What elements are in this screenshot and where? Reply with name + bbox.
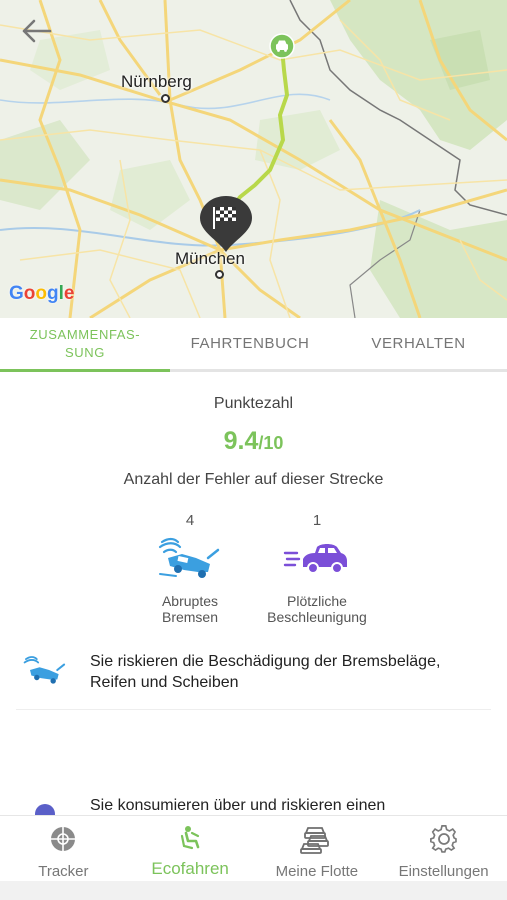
city-dot-muenchen: [215, 270, 224, 279]
nav-fleet[interactable]: Meine Flotte: [254, 816, 381, 881]
nav-fleet-label: Meine Flotte: [275, 863, 359, 880]
start-marker[interactable]: [269, 33, 295, 59]
city-label-muenchen: München: [175, 249, 245, 268]
tab-logbook-label: FAHRTENBUCH: [190, 334, 310, 352]
metric-acceleration-label: Plötzliche Beschleunigung: [267, 593, 367, 625]
nav-settings-label: Einstellungen: [398, 863, 489, 880]
bottom-navigation: Tracker Ecofahren Meine Flotte Einstellu…: [0, 815, 507, 881]
finish-marker[interactable]: [198, 196, 254, 254]
nav-ecofahren-label: Ecofahren: [151, 859, 229, 878]
tab-bar: ZUSAMMENFAS- SUNG FAHRTENBUCH VERHALTEN: [0, 318, 507, 372]
score-number: 9.4: [223, 427, 259, 455]
score-title: Punktezahl: [213, 395, 294, 412]
tab-summary[interactable]: ZUSAMMENFAS- SUNG: [0, 318, 170, 372]
fuel-icon: [30, 799, 60, 815]
score-value: 9.4/10: [0, 427, 507, 456]
summary-panel: Punktezahl 9.4/10 Anzahl der Fehler auf …: [0, 375, 507, 815]
notice-braking-text: Sie riskieren die Beschädigung der Brems…: [90, 653, 441, 691]
metric-braking[interactable]: 4 Abruptes Bremsen: [120, 512, 260, 625]
map-background: [0, 0, 507, 318]
tab-behavior[interactable]: VERHALTEN: [330, 318, 507, 369]
braking-icon: [158, 536, 222, 585]
metric-acceleration-count: 1: [312, 512, 322, 529]
city-dot-nuernberg: [161, 94, 170, 103]
gear-icon: [429, 824, 459, 859]
nav-ecofahren[interactable]: Ecofahren: [127, 816, 254, 881]
city-label-nuernberg: Nürnberg: [121, 72, 192, 91]
metric-braking-label: Abruptes Bremsen: [161, 593, 219, 625]
back-button[interactable]: [20, 18, 60, 52]
system-bar: [0, 881, 507, 900]
tracker-icon: [48, 824, 78, 859]
nav-settings[interactable]: Einstellungen: [380, 816, 507, 881]
notice-fuel: Sie konsumieren über und riskieren einen: [0, 795, 507, 815]
notice-fuel-text: Sie konsumieren über und riskieren einen: [90, 797, 386, 814]
score-max: /10: [258, 433, 284, 453]
tab-summary-label: ZUSAMMENFAS- SUNG: [29, 326, 141, 360]
acceleration-icon: [283, 539, 351, 582]
braking-icon: [23, 655, 67, 690]
metric-acceleration[interactable]: 1 Plötzliche Beschleunigung: [247, 512, 387, 625]
eco-driver-icon: [176, 824, 204, 857]
nav-tracker[interactable]: Tracker: [0, 816, 127, 881]
errors-title: Anzahl der Fehler auf dieser Strecke: [123, 471, 384, 488]
tab-behavior-label: VERHALTEN: [371, 334, 466, 352]
route-map[interactable]: Nürnberg München Google: [0, 0, 507, 318]
google-logo: Google: [9, 283, 75, 304]
metric-braking-count: 4: [185, 512, 195, 529]
divider: [16, 709, 491, 710]
nav-tracker-label: Tracker: [38, 863, 89, 880]
fleet-icon: [299, 824, 334, 859]
notice-braking: Sie riskieren die Beschädigung der Brems…: [0, 651, 507, 693]
tab-logbook[interactable]: FAHRTENBUCH: [170, 318, 330, 369]
